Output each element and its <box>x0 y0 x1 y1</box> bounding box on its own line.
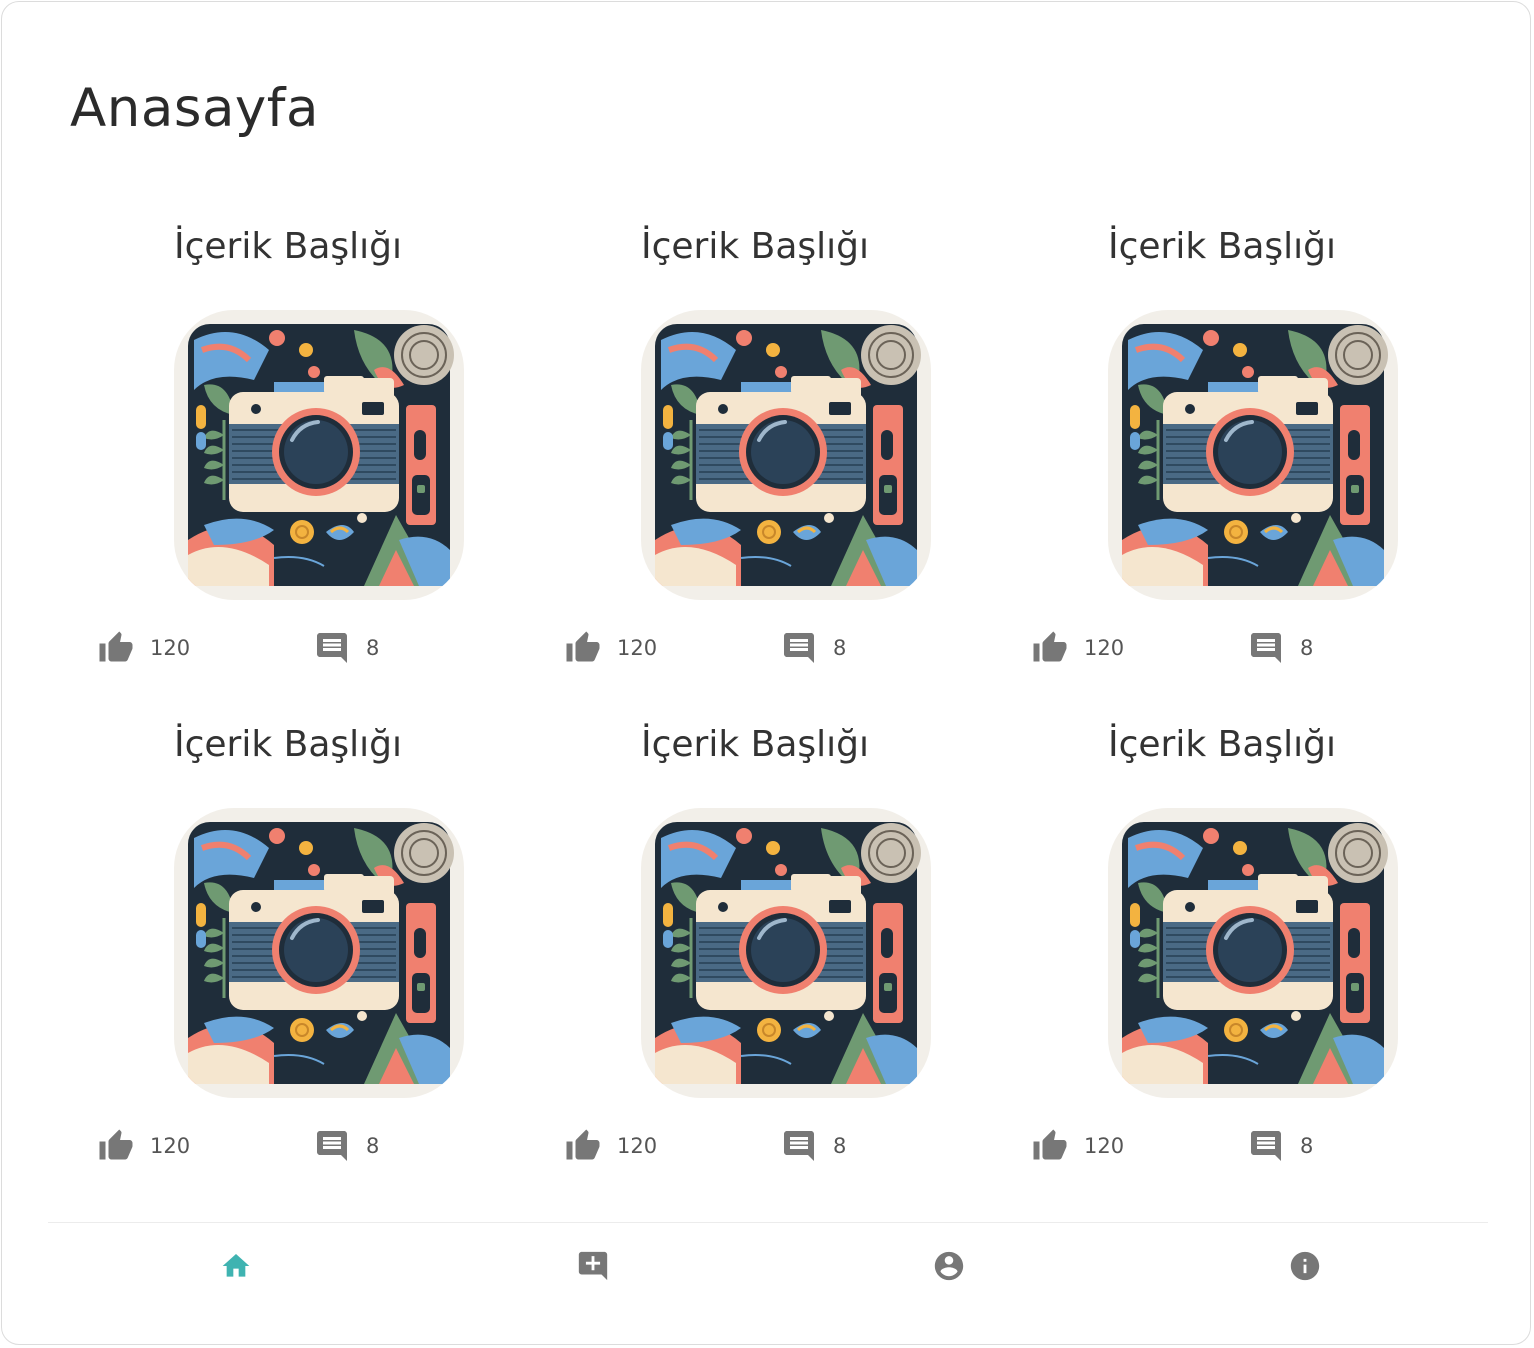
card-title: İçerik Başlığı <box>1107 226 1337 267</box>
thumb-up-icon <box>566 1129 600 1160</box>
comment-stat[interactable]: 8 <box>781 1128 846 1164</box>
thumb-up-icon <box>1033 1129 1067 1160</box>
home-icon <box>222 1254 250 1277</box>
app-window: Anasayfa İçerik Başlığı 120 8 İçerik Baş… <box>1 1 1531 1345</box>
like-count: 120 <box>150 636 191 660</box>
comment-icon <box>784 1131 814 1161</box>
thumb-up-icon <box>1033 631 1067 662</box>
like-count: 120 <box>617 636 658 660</box>
add-comment-icon <box>578 1251 608 1281</box>
content-card[interactable]: İçerik Başlığı 120 8 <box>565 222 945 682</box>
nav-info[interactable] <box>1285 1246 1325 1286</box>
like-count: 120 <box>1084 636 1125 660</box>
comment-count: 8 <box>1300 636 1314 660</box>
comment-icon <box>317 633 347 663</box>
comment-stat[interactable]: 8 <box>314 630 379 666</box>
like-count: 120 <box>150 1134 191 1158</box>
comment-count: 8 <box>366 636 380 660</box>
nav-add-post[interactable] <box>573 1246 613 1286</box>
comment-count: 8 <box>366 1134 380 1158</box>
content-card[interactable]: İçerik Başlığı 120 8 <box>565 720 945 1180</box>
thumb-up-icon <box>566 631 600 662</box>
comment-icon <box>317 1131 347 1161</box>
like-stat[interactable]: 120 <box>98 1128 190 1164</box>
info-icon <box>1290 1251 1320 1281</box>
bottom-nav-divider <box>48 1222 1488 1223</box>
card-title: İçerik Başlığı <box>1107 724 1337 765</box>
account-circle-icon <box>934 1251 964 1281</box>
comment-icon <box>1251 633 1281 663</box>
camera-thumbnail-image[interactable] <box>641 310 931 600</box>
camera-thumbnail-image[interactable] <box>641 808 931 1098</box>
like-stat[interactable]: 120 <box>1032 1128 1124 1164</box>
camera-thumbnail-image[interactable] <box>1108 310 1398 600</box>
content-card[interactable]: İçerik Başlığı 120 8 <box>98 222 478 682</box>
card-title: İçerik Başlığı <box>173 226 403 267</box>
nav-home[interactable] <box>216 1246 256 1286</box>
comment-stat[interactable]: 8 <box>1248 630 1313 666</box>
nav-profile[interactable] <box>929 1246 969 1286</box>
thumb-up-icon <box>99 631 133 662</box>
like-stat[interactable]: 120 <box>98 630 190 666</box>
card-title: İçerik Başlığı <box>640 724 870 765</box>
card-title: İçerik Başlığı <box>640 226 870 267</box>
comment-stat[interactable]: 8 <box>1248 1128 1313 1164</box>
comment-stat[interactable]: 8 <box>314 1128 379 1164</box>
camera-thumbnail-image[interactable] <box>174 310 464 600</box>
thumb-up-icon <box>99 1129 133 1160</box>
camera-thumbnail-image[interactable] <box>174 808 464 1098</box>
like-stat[interactable]: 120 <box>1032 630 1124 666</box>
comment-count: 8 <box>1300 1134 1314 1158</box>
content-card[interactable]: İçerik Başlığı 120 8 <box>1032 222 1412 682</box>
like-stat[interactable]: 120 <box>565 1128 657 1164</box>
like-count: 120 <box>1084 1134 1125 1158</box>
card-title: İçerik Başlığı <box>173 724 403 765</box>
content-card[interactable]: İçerik Başlığı 120 8 <box>1032 720 1412 1180</box>
page-title: Anasayfa <box>70 78 319 139</box>
comment-icon <box>784 633 814 663</box>
like-stat[interactable]: 120 <box>565 630 657 666</box>
like-count: 120 <box>617 1134 658 1158</box>
comment-stat[interactable]: 8 <box>781 630 846 666</box>
comment-count: 8 <box>833 1134 847 1158</box>
comment-count: 8 <box>833 636 847 660</box>
comment-icon <box>1251 1131 1281 1161</box>
content-card[interactable]: İçerik Başlığı 120 8 <box>98 720 478 1180</box>
camera-thumbnail-image[interactable] <box>1108 808 1398 1098</box>
